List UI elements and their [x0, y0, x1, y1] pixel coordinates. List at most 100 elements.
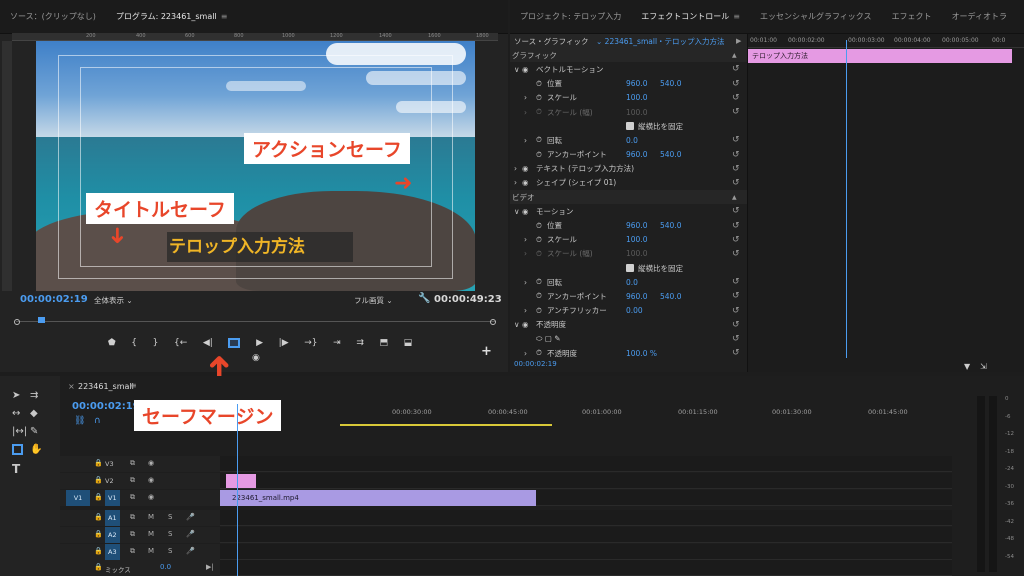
effect-property-row[interactable]: › ⏱ アンチフリッカー 0.00 ↺	[510, 304, 747, 318]
sync-lock-icon[interactable]: ⧉	[130, 530, 135, 539]
stopwatch-icon[interactable]: ⏱	[536, 306, 542, 316]
type-tool-icon[interactable]: T	[12, 462, 20, 476]
reset-icon[interactable]: ↺	[732, 107, 740, 117]
effect-property-row[interactable]: › ⏱ 回転 0.0 ↺	[510, 133, 747, 147]
effect-property-row[interactable]: ⬭ ▢ ✎ ↺	[510, 332, 747, 346]
reset-icon[interactable]: ↺	[732, 334, 740, 344]
track-name[interactable]: V2	[105, 477, 114, 485]
solo-icon[interactable]: S	[168, 530, 172, 538]
graphic-clip[interactable]	[226, 474, 256, 488]
track-select-icon[interactable]: ⇉	[30, 390, 38, 401]
lock-icon[interactable]: 🔒	[94, 459, 103, 467]
effect-property-row[interactable]: ⏱ 位置 960.0 540.0 ↺	[510, 77, 747, 91]
stopwatch-icon[interactable]: ⏱	[536, 249, 542, 259]
zoom-select[interactable]: 全体表示 ⌄	[94, 295, 133, 306]
stopwatch-icon[interactable]: ⏱	[536, 135, 542, 145]
microphone-icon[interactable]: 🎤	[186, 513, 195, 521]
overwrite-icon[interactable]: ⇉	[356, 338, 364, 348]
reset-icon[interactable]: ↺	[732, 178, 740, 188]
property-value[interactable]: 540.0	[660, 150, 681, 159]
effect-section-header[interactable]: ビデオ ▲	[510, 190, 747, 205]
fx-toggle-eye-icon[interactable]: ◉	[522, 65, 529, 74]
collapsed-arrow-icon[interactable]: ›	[514, 178, 517, 187]
mix-value[interactable]: 0.0	[160, 563, 171, 571]
play-icon[interactable]: ▶	[256, 338, 263, 348]
track-lane[interactable]	[220, 510, 952, 526]
property-value[interactable]: 960.0	[626, 79, 647, 88]
scrubber-start-handle[interactable]	[14, 319, 20, 325]
track-name[interactable]: V1	[105, 490, 120, 506]
property-value[interactable]: 100.0	[626, 235, 647, 244]
reset-icon[interactable]: ↺	[732, 277, 740, 287]
stopwatch-icon[interactable]: ⏱	[536, 235, 542, 245]
selection-tool-icon[interactable]: ➤	[12, 390, 20, 401]
effect-property-row[interactable]: › ⏱ スケール (幅) 100.0 ↺	[510, 247, 747, 261]
section-collapse-icon[interactable]: ▲	[732, 194, 737, 201]
panel-menu-icon[interactable]: ≡	[130, 381, 137, 390]
camera-icon[interactable]: ◉	[252, 353, 260, 363]
track-lane[interactable]	[220, 544, 952, 560]
expand-arrow-icon[interactable]: ∨	[514, 320, 520, 329]
step-back-icon[interactable]: ◀|	[203, 338, 213, 348]
fx-toggle-eye-icon[interactable]: ◉	[522, 164, 529, 173]
stopwatch-icon[interactable]: ⏱	[536, 107, 542, 117]
video-clip[interactable]: 223461_small.mp4	[220, 490, 536, 506]
eye-icon[interactable]: ◉	[148, 459, 154, 467]
collapse-arrow-icon[interactable]: ▶	[736, 37, 741, 45]
playback-scrubber[interactable]	[14, 317, 496, 327]
sync-lock-icon[interactable]: ⧉	[130, 547, 135, 556]
stopwatch-icon[interactable]: ⏱	[536, 150, 542, 160]
lock-icon[interactable]: 🔒	[94, 530, 103, 538]
effect-property-row[interactable]: ∨ ◉ 不透明度 ↺	[510, 318, 747, 332]
ripple-icon[interactable]: ⇲	[980, 362, 987, 371]
go-to-out-icon[interactable]: →}	[304, 338, 317, 348]
fx-toggle-eye-icon[interactable]: ◉	[522, 178, 529, 187]
playhead-marker[interactable]	[38, 317, 45, 323]
mark-in-icon[interactable]: {	[131, 338, 137, 348]
collapsed-arrow-icon[interactable]: ›	[524, 306, 527, 315]
timeline-timecode[interactable]: 00:00:02:19	[72, 401, 140, 412]
stopwatch-icon[interactable]: ⏱	[536, 348, 542, 358]
step-forward-icon[interactable]: |▶	[279, 338, 289, 348]
effect-property-row[interactable]: › ⏱ スケール (幅) 100.0 ↺	[510, 105, 747, 119]
property-value[interactable]: 100.0	[626, 93, 647, 102]
property-value[interactable]: 540.0	[660, 292, 681, 301]
tab-effect-controls[interactable]: エフェクトコントロール ≡	[631, 0, 750, 34]
property-value[interactable]: 960.0	[626, 221, 647, 230]
sync-lock-icon[interactable]: ⧉	[130, 513, 135, 522]
rectangle-tool-icon[interactable]	[12, 444, 23, 455]
reset-icon[interactable]: ↺	[732, 150, 740, 160]
stopwatch-icon[interactable]: ⏱	[536, 291, 542, 301]
sync-lock-icon[interactable]: ⧉	[130, 459, 135, 468]
tab-program[interactable]: プログラム: 223461_small ≡	[106, 0, 238, 34]
effect-property-row[interactable]: › ◉ テキスト (テロップ入力方法) ↺	[510, 162, 747, 176]
safe-margins-button[interactable]	[228, 338, 241, 348]
solo-icon[interactable]: S	[168, 547, 172, 555]
lock-icon[interactable]: 🔒	[94, 513, 103, 521]
snap-icon[interactable]: ⛓	[74, 416, 85, 426]
panel-menu-icon[interactable]: ≡	[733, 12, 740, 21]
source-select[interactable]: ⌄ 223461_small・テロップ入力方法	[596, 36, 725, 47]
track-name[interactable]: A2	[105, 527, 120, 543]
reset-icon[interactable]: ↺	[732, 79, 740, 89]
microphone-icon[interactable]: 🎤	[186, 530, 195, 538]
tab-project[interactable]: プロジェクト: テロップ入力	[510, 0, 631, 34]
collapsed-arrow-icon[interactable]: ›	[524, 93, 527, 102]
reset-icon[interactable]: ↺	[732, 306, 740, 316]
reset-icon[interactable]: ↺	[732, 348, 740, 358]
property-value[interactable]: 540.0	[660, 79, 681, 88]
property-value[interactable]: 960.0	[626, 292, 647, 301]
hand-tool-icon[interactable]: ✋	[30, 444, 42, 455]
eye-icon[interactable]: ◉	[148, 493, 154, 501]
magnet-icon[interactable]: ∩	[94, 416, 101, 426]
uniform-scale-checkbox[interactable]	[626, 264, 634, 273]
tab-audio[interactable]: オーディオトラ	[942, 0, 1017, 34]
property-value[interactable]: 540.0	[660, 221, 681, 230]
section-collapse-icon[interactable]: ▲	[732, 52, 737, 59]
reset-icon[interactable]: ↺	[732, 221, 740, 231]
effect-property-row[interactable]: ∨ ◉ ベクトルモーション ↺	[510, 62, 747, 76]
collapsed-arrow-icon[interactable]: ›	[524, 136, 527, 145]
expand-arrow-icon[interactable]: ∨	[514, 65, 520, 74]
lock-icon[interactable]: 🔒	[94, 476, 103, 484]
mask-shape-icons[interactable]: ⬭ ▢ ✎	[536, 334, 561, 344]
